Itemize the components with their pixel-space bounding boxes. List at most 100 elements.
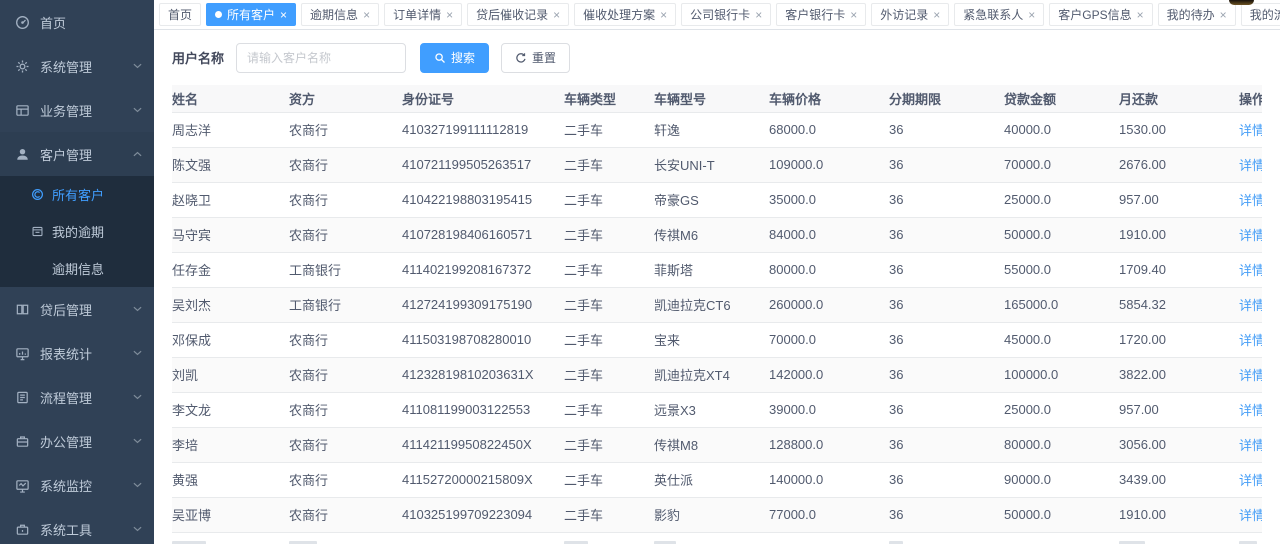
cell-partial — [1004, 532, 1119, 544]
sidebar-subitem-2[interactable]: 逾期信息 — [0, 250, 154, 287]
close-icon[interactable]: × — [553, 9, 560, 21]
close-icon[interactable]: × — [850, 9, 857, 21]
report-icon — [14, 345, 30, 361]
cell-vehicle_price: 77000.0 — [769, 497, 889, 532]
close-icon[interactable]: × — [933, 9, 940, 21]
reset-button[interactable]: 重置 — [501, 43, 570, 73]
sidebar-item-9[interactable]: 系统工具 — [0, 507, 154, 544]
cell-funder: 农商行 — [289, 497, 402, 532]
search-button[interactable]: 搜索 — [420, 43, 489, 73]
cell-monthly_payment: 3822.00 — [1119, 357, 1239, 392]
cell-monthly_payment: 2676.00 — [1119, 147, 1239, 182]
detail-link[interactable]: 详情 — [1239, 473, 1262, 488]
cell-partial — [402, 532, 564, 544]
tab-label: 外访记录 — [880, 6, 928, 23]
cell-name: 刘凯 — [172, 357, 289, 392]
cell-name: 李文龙 — [172, 392, 289, 427]
sidebar-item-label: 系统监控 — [40, 476, 92, 495]
customer-name-input[interactable] — [236, 43, 406, 73]
avatar[interactable] — [1229, 0, 1254, 5]
tab-4[interactable]: 贷后催收记录× — [467, 3, 569, 26]
cell-id_number: 410728198406160571 — [402, 217, 564, 252]
sidebar-item-3[interactable]: 客户管理 — [0, 132, 154, 176]
main-area: 首页所有客户×逾期信息×订单详情×贷后催收记录×催收处理方案×公司银行卡×客户银… — [154, 0, 1280, 544]
cell-loan_amount: 70000.0 — [1004, 147, 1119, 182]
sidebar-item-6[interactable]: 流程管理 — [0, 375, 154, 419]
cell-monthly_payment: 1530.00 — [1119, 112, 1239, 147]
detail-link[interactable]: 详情 — [1239, 228, 1262, 243]
cell-vehicle_model: 远景X3 — [654, 392, 769, 427]
reset-button-label: 重置 — [532, 49, 556, 66]
sidebar-item-5[interactable]: 报表统计 — [0, 331, 154, 375]
detail-link[interactable]: 详情 — [1239, 158, 1262, 173]
tab-0[interactable]: 首页 — [159, 3, 201, 26]
cell-monthly_payment: 3439.00 — [1119, 462, 1239, 497]
cell-vehicle_price: 80000.0 — [769, 252, 889, 287]
tab-label: 我的待办 — [1167, 6, 1215, 23]
tab-7[interactable]: 客户银行卡× — [776, 3, 866, 26]
detail-link[interactable]: 详情 — [1239, 403, 1262, 418]
sidebar-item-0[interactable]: 首页 — [0, 0, 154, 44]
column-header-2: 身份证号 — [402, 85, 564, 112]
tab-3[interactable]: 订单详情 × — [384, 3, 462, 26]
cell-vehicle_price: 109000.0 — [769, 147, 889, 182]
detail-link[interactable]: 详情 — [1239, 508, 1262, 523]
detail-link[interactable]: 详情 — [1239, 263, 1262, 278]
cell-vehicle_model: 帝豪GS — [654, 182, 769, 217]
table-body: 周志洋农商行410327199111112819二手车轩逸68000.03640… — [172, 112, 1262, 544]
tab-label: 紧急联系人 — [963, 6, 1023, 23]
cell-partial — [1119, 532, 1239, 544]
close-icon[interactable]: × — [755, 9, 762, 21]
overdue-icon — [30, 225, 44, 239]
detail-link[interactable]: 详情 — [1239, 123, 1262, 138]
tab-9[interactable]: 紧急联系人 × — [954, 3, 1044, 26]
cell-monthly_payment: 1910.00 — [1119, 217, 1239, 252]
tab-5[interactable]: 催收处理方案× — [574, 3, 676, 26]
close-icon[interactable]: × — [446, 9, 453, 21]
detail-link[interactable]: 详情 — [1239, 333, 1262, 348]
cell-id_number: 410422198803195415 — [402, 182, 564, 217]
detail-link[interactable]: 详情 — [1239, 438, 1262, 453]
sidebar-item-2[interactable]: 业务管理 — [0, 88, 154, 132]
sidebar-subitem-label: 所有客户 — [52, 185, 104, 204]
cell-vehicle_price: 140000.0 — [769, 462, 889, 497]
tab-10[interactable]: 客户GPS信息 × — [1049, 3, 1152, 26]
close-icon[interactable]: × — [660, 9, 667, 21]
detail-link[interactable]: 详情 — [1239, 368, 1262, 383]
cell-periods: 36 — [889, 392, 1004, 427]
sidebar-subitem-1[interactable]: 我的逾期 — [0, 213, 154, 250]
sidebar-item-label: 客户管理 — [40, 145, 92, 164]
detail-link[interactable]: 详情 — [1239, 193, 1262, 208]
active-dot-icon — [215, 11, 222, 18]
close-icon[interactable]: × — [1220, 9, 1227, 21]
chevron-down-icon — [133, 107, 142, 113]
chevron-down-icon — [133, 63, 142, 69]
tab-11[interactable]: 我的待办 × — [1158, 3, 1236, 26]
cell-vehicle_price: 142000.0 — [769, 357, 889, 392]
close-icon[interactable]: × — [280, 9, 287, 21]
tab-8[interactable]: 外访记录 × — [871, 3, 949, 26]
tab-label: 客户GPS信息 — [1058, 6, 1131, 23]
tab-label: 订单详情 — [393, 6, 441, 23]
sidebar-item-7[interactable]: 办公管理 — [0, 419, 154, 463]
cell-vehicle_model: 影豹 — [654, 497, 769, 532]
sidebar-item-8[interactable]: 系统监控 — [0, 463, 154, 507]
close-icon[interactable]: × — [1028, 9, 1035, 21]
tab-12[interactable]: 我的流程× — [1241, 3, 1280, 26]
detail-link[interactable]: 详情 — [1239, 298, 1262, 313]
sidebar-item-4[interactable]: 贷后管理 — [0, 287, 154, 331]
sidebar-item-1[interactable]: 系统管理 — [0, 44, 154, 88]
cell-action: 详情 — [1239, 427, 1262, 462]
tab-1[interactable]: 所有客户× — [206, 3, 296, 26]
cell-funder: 工商银行 — [289, 287, 402, 322]
cell-vehicle_price: 128800.0 — [769, 427, 889, 462]
customers-table: 姓名资方身份证号车辆类型车辆型号车辆价格分期期限贷款金额月还款操作 周志洋农商行… — [172, 85, 1262, 544]
sidebar-subitem-0[interactable]: 所有客户 — [0, 176, 154, 213]
tools-icon — [14, 521, 30, 537]
cell-funder: 农商行 — [289, 427, 402, 462]
close-icon[interactable]: × — [363, 9, 370, 21]
tab-bar: 首页所有客户×逾期信息×订单详情×贷后催收记录×催收处理方案×公司银行卡×客户银… — [154, 0, 1280, 30]
tab-2[interactable]: 逾期信息× — [301, 3, 379, 26]
close-icon[interactable]: × — [1137, 9, 1144, 21]
tab-6[interactable]: 公司银行卡× — [681, 3, 771, 26]
